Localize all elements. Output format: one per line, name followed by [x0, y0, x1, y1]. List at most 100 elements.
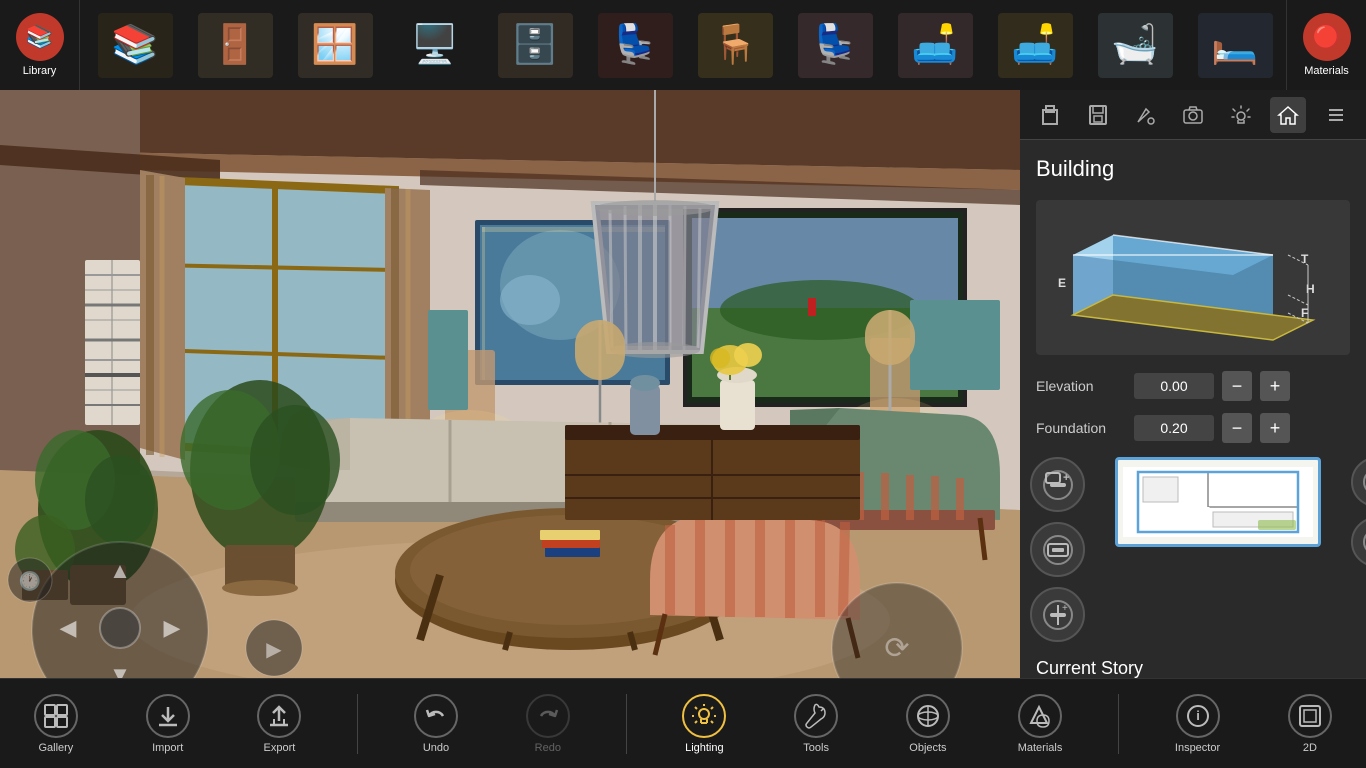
furniture-icon: 💺	[598, 13, 673, 78]
furniture-armchair-red[interactable]: 💺	[590, 5, 680, 85]
furniture-icon: 🛏️	[1198, 13, 1273, 78]
lighting-label: Lighting	[685, 742, 724, 754]
foundation-label: Foundation	[1036, 420, 1126, 436]
svg-text:i: i	[1196, 708, 1200, 723]
furniture-items-list: 📚🚪🪟🖥️🗄️💺🪑💺🛋️🛋️🛁🛏️🗄️🪑	[80, 5, 1286, 85]
story-view-button[interactable]	[1351, 517, 1366, 567]
furniture-bookshelf[interactable]: 📚	[90, 5, 180, 85]
divider-2	[626, 694, 627, 754]
furniture-window-french[interactable]: 🪟	[290, 5, 380, 85]
divider-1	[357, 694, 358, 754]
elevation-plus-button[interactable]: +	[1260, 371, 1290, 401]
svg-text:+: +	[1063, 472, 1069, 484]
furniture-icon: 🛋️	[898, 13, 973, 78]
objects-button[interactable]: Objects	[894, 679, 962, 768]
tools-button[interactable]: Tools	[782, 679, 850, 768]
foundation-plus-button[interactable]: +	[1260, 413, 1290, 443]
furniture-sofa-yellow[interactable]: 🛋️	[990, 5, 1080, 85]
furniture-icon: 🚪	[198, 13, 273, 78]
elevation-row: Elevation − +	[1020, 365, 1366, 407]
svg-text:▲: ▲	[109, 558, 131, 583]
import-label: Import	[152, 742, 183, 754]
inspector-button[interactable]: i Inspector	[1163, 679, 1232, 768]
lighting-icon	[682, 694, 726, 738]
library-icon: 📚	[16, 13, 64, 61]
story-right-buttons	[1341, 457, 1366, 642]
light-tool-icon[interactable]	[1223, 97, 1259, 133]
floor-plan-thumbnail[interactable]	[1115, 457, 1321, 547]
foundation-input[interactable]	[1134, 415, 1214, 441]
2d-label: 2D	[1303, 742, 1317, 754]
furniture-dresser[interactable]: 🗄️	[490, 5, 580, 85]
export-button[interactable]: Export	[245, 679, 313, 768]
foundation-row: Foundation − +	[1020, 407, 1366, 449]
add-story-button[interactable]: +	[1030, 457, 1085, 512]
2d-icon	[1288, 694, 1332, 738]
undo-label: Undo	[423, 742, 449, 754]
paint-tool-icon[interactable]	[1127, 97, 1163, 133]
inspector-icon: i	[1176, 694, 1220, 738]
building-tool-icon[interactable]	[1032, 97, 1068, 133]
2d-button[interactable]: 2D	[1276, 679, 1344, 768]
home-tool-icon[interactable]	[1270, 97, 1306, 133]
export-icon	[257, 694, 301, 738]
import-icon	[146, 694, 190, 738]
elevation-minus-button[interactable]: −	[1222, 371, 1252, 401]
furniture-icon: 🛁	[1098, 13, 1173, 78]
current-story-title: Current Story	[1036, 658, 1350, 679]
objects-label: Objects	[909, 742, 946, 754]
svg-text:⟳: ⟳	[884, 632, 909, 665]
elevation-label: Elevation	[1036, 378, 1126, 394]
svg-text:▶: ▶	[164, 615, 181, 640]
building-diagram: T H E F	[1036, 200, 1350, 355]
story-grid: + +	[1020, 449, 1366, 650]
furniture-icon: 🪑	[698, 13, 773, 78]
svg-text:+: +	[1062, 603, 1068, 614]
furniture-armchair-yellow[interactable]: 🪑	[690, 5, 780, 85]
gallery-button[interactable]: Gallery	[22, 679, 90, 768]
furniture-icon: 💺	[798, 13, 873, 78]
materials-button[interactable]: 🔴 Materials	[1286, 0, 1366, 90]
svg-text:H: H	[1306, 282, 1315, 296]
furniture-sofa-pink[interactable]: 🛋️	[890, 5, 980, 85]
furniture-armchair-pink[interactable]: 💺	[790, 5, 880, 85]
export-label: Export	[264, 742, 296, 754]
foundation-minus-button[interactable]: −	[1222, 413, 1252, 443]
library-button[interactable]: 📚 Library	[0, 0, 80, 90]
undo-button[interactable]: Undo	[402, 679, 470, 768]
materials-bottom-button[interactable]: Materials	[1006, 679, 1075, 768]
elevation-input[interactable]	[1134, 373, 1214, 399]
save-tool-icon[interactable]	[1080, 97, 1116, 133]
redo-icon	[526, 694, 570, 738]
lighting-button[interactable]: Lighting	[670, 679, 738, 768]
redo-button[interactable]: Redo	[514, 679, 582, 768]
furniture-icon: 🛋️	[998, 13, 1073, 78]
right-panel: Building T H E F El	[1020, 90, 1366, 768]
panel-title: Building	[1020, 140, 1366, 190]
camera-tool-icon[interactable]	[1175, 97, 1211, 133]
tools-icon	[794, 694, 838, 738]
materials-bottom-label: Materials	[1018, 742, 1063, 754]
divider-3	[1118, 694, 1119, 754]
panel-toolbar	[1020, 90, 1366, 140]
svg-text:E: E	[1058, 276, 1066, 290]
furniture-bathtub[interactable]: 🛁	[1090, 5, 1180, 85]
bottom-toolbar: Gallery Import Export	[0, 678, 1366, 768]
list-tool-icon[interactable]	[1318, 97, 1354, 133]
library-label: Library	[23, 65, 57, 77]
furniture-door-single[interactable]: 🚪	[190, 5, 280, 85]
gallery-label: Gallery	[38, 742, 73, 754]
story-left-buttons: + +	[1020, 457, 1095, 642]
furniture-icon: 🖥️	[398, 13, 473, 78]
tools-label: Tools	[803, 742, 829, 754]
story-select-button[interactable]	[1351, 457, 1366, 507]
gallery-icon	[34, 694, 78, 738]
move-story-button[interactable]	[1030, 522, 1085, 577]
import-button[interactable]: Import	[134, 679, 202, 768]
furniture-bed[interactable]: 🛏️	[1190, 5, 1280, 85]
floor-plan-container	[1095, 457, 1341, 642]
furniture-tv-monitor[interactable]: 🖥️	[390, 5, 480, 85]
add-story2-button[interactable]: +	[1030, 587, 1085, 642]
materials-label: Materials	[1304, 65, 1349, 77]
materials-bottom-icon	[1018, 694, 1062, 738]
